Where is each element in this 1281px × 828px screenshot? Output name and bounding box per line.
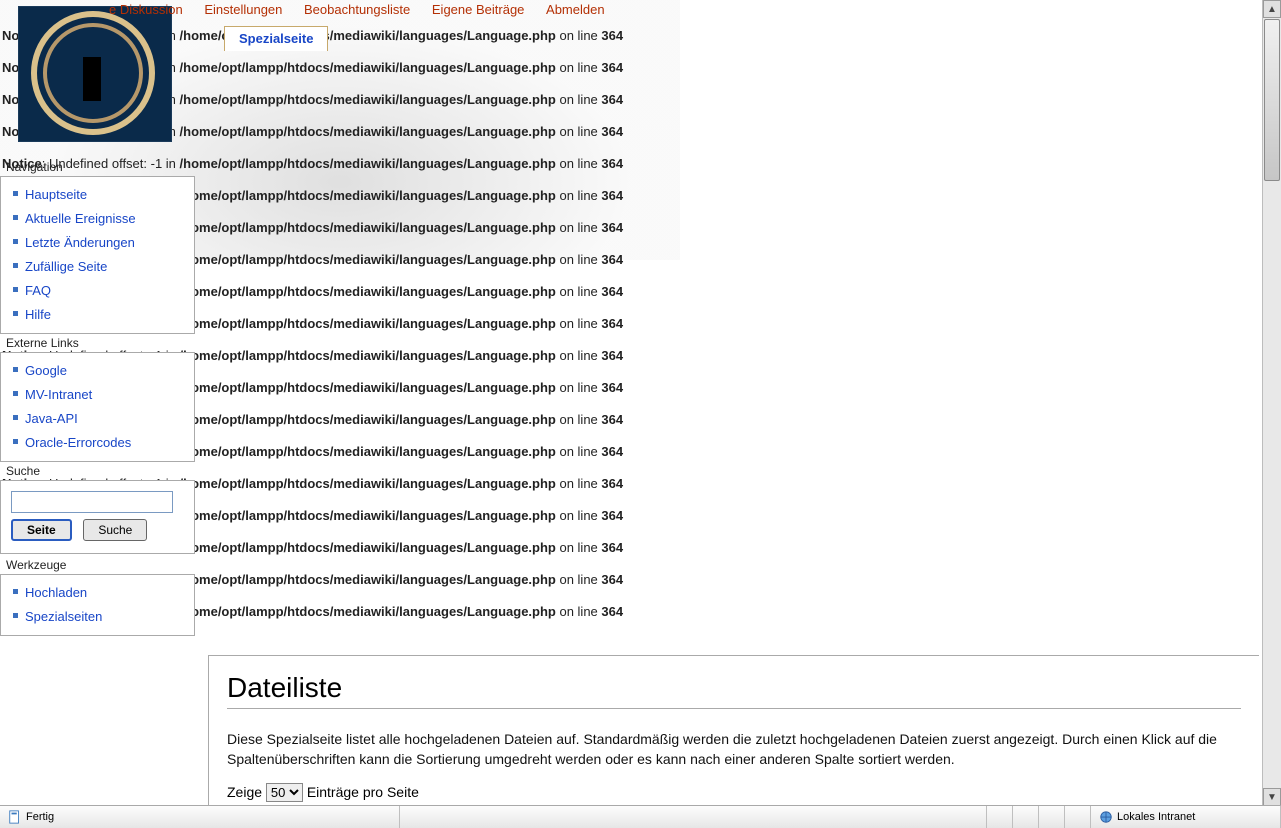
status-done-cell: Fertig bbox=[0, 806, 400, 828]
portlet-external-title: Externe Links bbox=[6, 336, 195, 350]
portlet-navigation-title: Navigation bbox=[6, 160, 195, 174]
vertical-scrollbar[interactable]: ▲ ▼ bbox=[1262, 0, 1281, 806]
status-slot bbox=[1013, 806, 1039, 828]
ext-item[interactable]: Google bbox=[1, 359, 192, 383]
show-label: Zeige bbox=[227, 784, 262, 800]
search-button[interactable]: Suche bbox=[83, 519, 147, 541]
status-slot bbox=[1065, 806, 1091, 828]
status-slot bbox=[987, 806, 1013, 828]
portlet-external: Externe Links Google MV-Intranet Java-API O… bbox=[0, 336, 195, 462]
ext-link[interactable]: Oracle-Errorcodes bbox=[25, 435, 131, 450]
nav-link[interactable]: Zufällige Seite bbox=[25, 259, 107, 274]
tools-item[interactable]: Spezialseiten bbox=[1, 605, 192, 629]
portlet-search: Suche Seite Suche bbox=[0, 464, 195, 554]
nav-link[interactable]: FAQ bbox=[25, 283, 51, 298]
portlet-navigation-body: Hauptseite Aktuelle Ereignisse Letzte Ände… bbox=[0, 176, 195, 334]
tab-specialpage[interactable]: Spezialseite bbox=[224, 26, 328, 51]
search-input[interactable] bbox=[11, 491, 173, 513]
tab-specialpage-label[interactable]: Spezialseite bbox=[225, 27, 327, 51]
scroll-up-button[interactable]: ▲ bbox=[1263, 0, 1281, 18]
go-button-label: Seite bbox=[27, 523, 56, 537]
per-page-select[interactable]: 50 bbox=[266, 783, 303, 802]
nav-link[interactable]: Hilfe bbox=[25, 307, 51, 322]
nav-link[interactable]: Letzte Änderungen bbox=[25, 235, 135, 250]
scroll-thumb[interactable] bbox=[1264, 19, 1280, 181]
portlet-tools-body: Hochladen Spezialseiten bbox=[0, 574, 195, 636]
ext-link[interactable]: MV-Intranet bbox=[25, 387, 92, 402]
per-page-label: Einträge pro Seite bbox=[307, 784, 419, 800]
nav-item[interactable]: Hilfe bbox=[1, 303, 192, 327]
page-viewport: Notice: Undefined offset: -1 in /home/op… bbox=[0, 0, 1263, 806]
ext-item[interactable]: Oracle-Errorcodes bbox=[1, 431, 192, 455]
portlet-search-body: Seite Suche bbox=[0, 480, 195, 554]
nav-link[interactable]: Hauptseite bbox=[25, 187, 87, 202]
status-slot bbox=[1039, 806, 1065, 828]
status-zone-cell: Lokales Intranet bbox=[1091, 806, 1281, 828]
tools-link[interactable]: Spezialseiten bbox=[25, 609, 102, 624]
browser-status-bar: Fertig Lokales Intranet bbox=[0, 805, 1281, 828]
nav-link[interactable]: Aktuelle Ereignisse bbox=[25, 211, 136, 226]
intro-paragraph: Diese Spezialseite listet alle hochgelad… bbox=[227, 729, 1241, 769]
per-page-row: Zeige 50 Einträge pro Seite bbox=[227, 783, 1241, 802]
ext-item[interactable]: Java-API bbox=[1, 407, 192, 431]
portlet-search-title: Suche bbox=[6, 464, 195, 478]
nav-item[interactable]: Letzte Änderungen bbox=[1, 231, 192, 255]
ext-link[interactable]: Google bbox=[25, 363, 67, 378]
nav-item[interactable]: Hauptseite bbox=[1, 183, 192, 207]
portlet-tools: Werkzeuge Hochladen Spezialseiten bbox=[0, 558, 195, 636]
scroll-down-button[interactable]: ▼ bbox=[1263, 788, 1281, 806]
link-logout[interactable]: Abmelden bbox=[546, 2, 605, 17]
intranet-icon bbox=[1099, 810, 1113, 824]
page-icon bbox=[8, 810, 22, 824]
ext-link[interactable]: Java-API bbox=[25, 411, 78, 426]
portlet-tools-title: Werkzeuge bbox=[6, 558, 195, 572]
status-spacer bbox=[400, 806, 987, 828]
personal-links: e Diskussion Einstellungen Beobachtungsl… bbox=[100, 2, 614, 17]
tools-item[interactable]: Hochladen bbox=[1, 581, 192, 605]
nav-item[interactable]: FAQ bbox=[1, 279, 192, 303]
nav-item[interactable]: Aktuelle Ereignisse bbox=[1, 207, 192, 231]
link-settings[interactable]: Einstellungen bbox=[204, 2, 282, 17]
site-logo[interactable] bbox=[18, 6, 172, 142]
link-contributions[interactable]: Eigene Beiträge bbox=[432, 2, 525, 17]
status-done-text: Fertig bbox=[26, 811, 54, 823]
title-rule bbox=[227, 708, 1241, 709]
portlet-external-body: Google MV-Intranet Java-API Oracle-Errorcod… bbox=[0, 352, 195, 462]
portlet-navigation: Navigation Hauptseite Aktuelle Ereignisse… bbox=[0, 160, 195, 334]
link-watchlist[interactable]: Beobachtungsliste bbox=[304, 2, 410, 17]
go-button[interactable]: Seite bbox=[11, 519, 72, 541]
tools-link[interactable]: Hochladen bbox=[25, 585, 87, 600]
status-zone-text: Lokales Intranet bbox=[1117, 811, 1195, 823]
page-title: Dateiliste bbox=[227, 672, 1241, 704]
link-discussion[interactable]: e Diskussion bbox=[109, 2, 183, 17]
logo-figure-icon bbox=[83, 57, 101, 101]
main-content: Dateiliste Diese Spezialseite listet all… bbox=[208, 655, 1259, 806]
ext-item[interactable]: MV-Intranet bbox=[1, 383, 192, 407]
nav-item[interactable]: Zufällige Seite bbox=[1, 255, 192, 279]
